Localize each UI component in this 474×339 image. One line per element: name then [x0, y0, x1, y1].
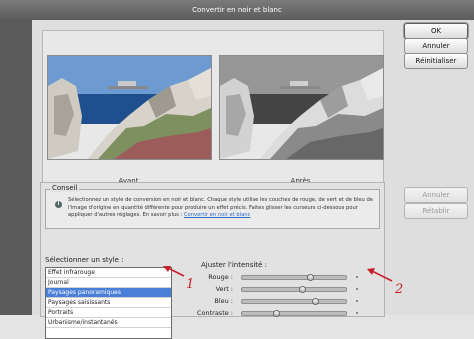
style-option-urban-snapshots[interactable]: Urbanisme/instantanés	[46, 318, 171, 328]
before-preview-image	[47, 55, 212, 160]
bw-conversion-dialog: Avant Après OK Annuler Réinitialiser Ann…	[32, 20, 474, 339]
blue-slider-label: Bleu :	[214, 297, 233, 305]
after-preview-image	[219, 55, 384, 160]
blue-slider-track[interactable]	[241, 298, 347, 305]
red-slider-tick	[356, 276, 358, 278]
contrast-slider-tick	[356, 312, 358, 314]
ok-button[interactable]: OK	[404, 23, 468, 39]
contrast-slider-label: Contraste :	[196, 309, 233, 317]
style-option-newspaper[interactable]: Journal	[46, 278, 171, 288]
cancel-button[interactable]: Annuler	[404, 38, 468, 54]
style-list[interactable]: Effet infrarouge Journal Paysages panora…	[45, 267, 172, 339]
red-slider-row: Rouge :	[191, 272, 376, 282]
contrast-slider-track[interactable]	[241, 310, 347, 317]
green-slider-tick	[356, 288, 358, 290]
style-option-portraits[interactable]: Portraits	[46, 308, 171, 318]
red-slider-label: Rouge :	[208, 273, 233, 281]
green-slider-thumb[interactable]	[299, 286, 307, 293]
green-slider-track[interactable]	[241, 286, 347, 293]
window-title: Convertir en noir et blanc	[0, 0, 474, 20]
style-label: Sélectionner un style :	[45, 256, 124, 264]
undo-button[interactable]: Annuler	[404, 187, 468, 203]
contrast-slider-row: Contraste :	[191, 308, 376, 318]
tip-box: Conseil i Sélectionnez un style de conve…	[45, 184, 380, 229]
blue-slider-thumb[interactable]	[311, 298, 319, 305]
settings-panel: Conseil i Sélectionnez un style de conve…	[40, 182, 385, 339]
tip-title: Conseil	[50, 184, 80, 192]
info-icon: i	[55, 201, 62, 208]
green-slider-label: Vert :	[215, 285, 233, 293]
preview-panel: Avant Après	[42, 30, 384, 207]
blue-slider-tick	[356, 300, 358, 302]
red-slider-thumb[interactable]	[306, 274, 314, 281]
style-option-vivid-landscapes[interactable]: Paysages saisissants	[46, 298, 171, 308]
red-slider-track[interactable]	[241, 274, 347, 281]
style-option-infrared[interactable]: Effet infrarouge	[46, 268, 171, 278]
green-slider-row: Vert :	[191, 284, 376, 294]
blue-slider-row: Bleu :	[191, 296, 376, 306]
redo-button[interactable]: Rétablir	[404, 203, 468, 219]
tip-text: Sélectionnez un style de conversion en n…	[68, 197, 376, 220]
help-link[interactable]: Convertir en noir et blanc	[184, 212, 250, 218]
style-option-panoramic-landscapes[interactable]: Paysages panoramiques	[46, 288, 171, 298]
contrast-slider-thumb[interactable]	[273, 310, 281, 317]
left-panel-edge	[0, 20, 32, 315]
reset-button[interactable]: Réinitialiser	[404, 53, 468, 69]
intensity-title: Ajuster l'intensité :	[201, 261, 267, 269]
